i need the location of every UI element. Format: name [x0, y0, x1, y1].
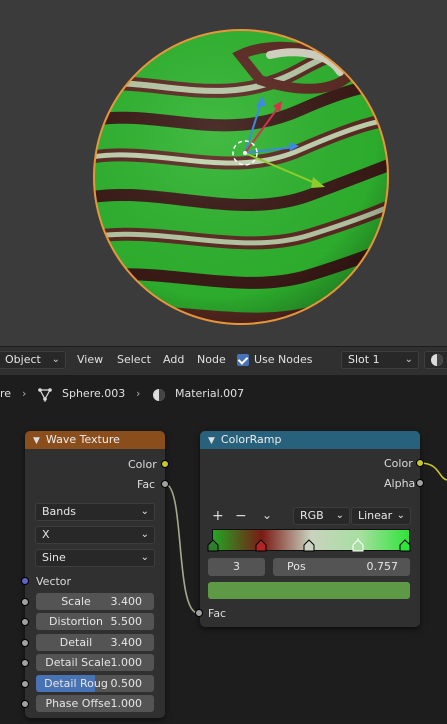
breadcrumb-separator-icon: ›	[136, 387, 141, 400]
material-sphere-icon	[431, 354, 443, 366]
detail-field[interactable]: Detail 3.400	[36, 634, 154, 651]
ramp-stops[interactable]	[206, 538, 416, 556]
input-distortion-socket[interactable]	[21, 618, 29, 626]
breadcrumb-material[interactable]: Material.007	[175, 387, 244, 400]
wave-type-select[interactable]: Bands ⌄	[35, 503, 155, 521]
output-color-socket[interactable]	[161, 460, 169, 468]
active-stop-color-swatch[interactable]	[208, 582, 410, 599]
ramp-output-color-socket[interactable]	[416, 459, 424, 467]
output-fac-socket[interactable]	[161, 480, 169, 488]
field-label: Distortion	[49, 615, 103, 628]
colorramp-header[interactable]: ▼ ColorRamp	[200, 431, 420, 449]
chevron-down-icon: ⌄	[140, 506, 149, 517]
chevron-down-icon: ⌄	[140, 552, 149, 563]
ramp-stop-marker[interactable]	[399, 539, 411, 552]
phase-offset-field[interactable]: Phase Offse 1.000	[36, 695, 154, 712]
3d-viewport[interactable]	[0, 0, 447, 346]
field-value: 0.757	[366, 560, 399, 573]
breadcrumb-object[interactable]: Sphere.003	[62, 387, 125, 400]
menu-view[interactable]: View	[77, 353, 103, 366]
add-stop-button[interactable]: +	[212, 508, 224, 524]
chevron-down-icon: ⌄	[404, 354, 413, 365]
field-value: 1.000	[110, 656, 143, 669]
output-color-label: Color	[128, 458, 157, 471]
input-vector-socket[interactable]	[21, 577, 29, 585]
ramp-menu-chevron-icon[interactable]: ⌄	[262, 508, 272, 522]
direction-select[interactable]: X ⌄	[35, 526, 155, 544]
color-mode-value: RGB	[300, 509, 324, 522]
output-color-label: Color	[384, 457, 413, 470]
ramp-output-alpha-socket[interactable]	[416, 479, 424, 487]
input-phase-offset-socket[interactable]	[21, 700, 29, 708]
stop-position-field[interactable]: Pos 0.757	[273, 558, 410, 576]
wave-type-value: Bands	[42, 505, 76, 518]
interpolation-select[interactable]: Linear ⌄	[351, 507, 411, 525]
mode-dropdown[interactable]: Object ⌄	[0, 351, 66, 369]
breadcrumb-separator-icon: ›	[22, 387, 27, 400]
distortion-field[interactable]: Distortion 5.500	[36, 613, 154, 630]
output-fac-label: Fac	[137, 478, 156, 491]
input-detail-scale-socket[interactable]	[21, 659, 29, 667]
chevron-down-icon: ⌄	[140, 529, 149, 540]
ramp-input-fac-socket[interactable]	[195, 609, 203, 617]
scale-field[interactable]: Scale 3.400	[36, 593, 154, 610]
wave-texture-header[interactable]: ▼ Wave Texture	[25, 431, 165, 449]
input-fac-label: Fac	[208, 607, 227, 620]
profile-value: Sine	[42, 551, 66, 564]
wave-texture-title: Wave Texture	[45, 433, 120, 446]
field-value: 1.000	[110, 697, 143, 710]
ramp-stop-marker[interactable]	[303, 539, 315, 552]
chevron-down-icon: ⌄	[335, 510, 344, 521]
mesh-icon	[38, 388, 52, 402]
field-label: Pos	[287, 560, 306, 573]
input-detail-roughness-socket[interactable]	[21, 680, 29, 688]
sphere-render	[93, 29, 389, 325]
slot-label: Slot 1	[348, 353, 380, 366]
use-nodes-checkbox[interactable]	[237, 354, 249, 366]
input-vector-label: Vector	[36, 575, 72, 588]
field-label: Detail Roug	[44, 677, 108, 690]
profile-select[interactable]: Sine ⌄	[35, 549, 155, 567]
field-label: Scale	[61, 595, 91, 608]
field-value: 5.500	[110, 615, 143, 628]
input-detail-socket[interactable]	[21, 639, 29, 647]
menu-add[interactable]: Add	[163, 353, 184, 366]
colorramp-title: ColorRamp	[220, 433, 282, 446]
remove-stop-button[interactable]: −	[235, 508, 247, 524]
slot-dropdown[interactable]: Slot 1 ⌄	[341, 351, 419, 369]
detail-roughness-field[interactable]: Detail Roug 0.500	[36, 675, 154, 692]
collapse-caret-icon[interactable]: ▼	[208, 432, 215, 450]
direction-value: X	[42, 528, 50, 541]
chevron-down-icon: ⌄	[396, 510, 405, 521]
mode-label: Object	[5, 353, 41, 366]
field-label: Phase Offse	[45, 697, 111, 710]
ramp-stop-marker[interactable]	[207, 539, 219, 552]
chevron-down-icon: ⌄	[51, 354, 60, 365]
field-value: 3.400	[110, 636, 143, 649]
interpolation-value: Linear	[358, 509, 393, 522]
material-browse-button[interactable]	[424, 351, 447, 369]
detail-scale-field[interactable]: Detail Scale 1.000	[36, 654, 154, 671]
ramp-stop-marker-active[interactable]	[352, 539, 364, 552]
field-label: Detail	[59, 636, 93, 649]
active-stop-index-field[interactable]: 3	[208, 558, 265, 576]
field-value: 3	[233, 560, 240, 573]
use-nodes-label: Use Nodes	[254, 353, 313, 366]
field-label: Detail Scale	[45, 656, 111, 669]
breadcrumb-truncated: re	[0, 387, 12, 400]
color-mode-select[interactable]: RGB ⌄	[293, 507, 350, 525]
input-scale-socket[interactable]	[21, 598, 29, 606]
output-alpha-label: Alpha	[384, 477, 416, 490]
field-value: 3.400	[110, 595, 143, 608]
ramp-stop-marker[interactable]	[255, 539, 267, 552]
material-sphere-icon	[153, 389, 165, 401]
menu-select[interactable]: Select	[117, 353, 151, 366]
menu-node[interactable]: Node	[197, 353, 226, 366]
collapse-caret-icon[interactable]: ▼	[33, 432, 40, 450]
field-value: 0.500	[110, 677, 143, 690]
